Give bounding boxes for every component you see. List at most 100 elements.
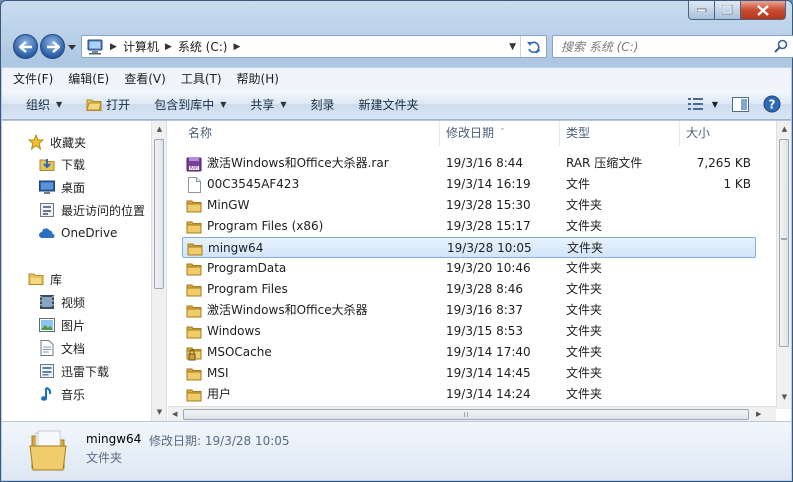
sidebar-item-music[interactable]: 音乐 <box>39 383 85 405</box>
file-row[interactable]: 激活Windows和Office大杀器 19/3/16 8:37 文件夹 <box>182 300 756 321</box>
scroll-down-arrow-icon[interactable]: ▼ <box>155 408 164 417</box>
file-name: MinGW <box>207 198 250 212</box>
breadcrumb-drive-c[interactable]: 系统 (C:) <box>178 38 228 55</box>
picture-icon <box>39 317 55 333</box>
file-row[interactable]: Windows 19/3/15 8:53 文件夹 <box>182 321 756 342</box>
back-button[interactable] <box>13 34 38 59</box>
refresh-button[interactable] <box>520 36 546 57</box>
menu-tools[interactable]: 工具(T) <box>181 70 222 87</box>
breadcrumb-computer[interactable]: 计算机 <box>123 38 159 55</box>
file-row[interactable]: 00C3545AF423 19/3/14 16:19 文件 1 KB <box>182 174 756 195</box>
file-list-horizontal-scrollbar[interactable]: ◀ ▶ <box>168 406 776 421</box>
new-folder-button[interactable]: 新建文件夹 <box>359 96 419 113</box>
view-options-dropdown[interactable]: ▼ <box>712 100 718 109</box>
minimize-button[interactable] <box>688 1 715 20</box>
close-button[interactable] <box>741 1 786 20</box>
file-row[interactable]: Program Files (x86) 19/3/28 15:17 文件夹 <box>182 216 756 237</box>
open-folder-icon <box>86 99 102 111</box>
column-header-name[interactable]: 名称 <box>182 121 440 146</box>
scroll-down-arrow-icon[interactable]: ▼ <box>780 393 789 402</box>
rar-archive-icon: RAR <box>186 156 202 172</box>
scrollbar-thumb[interactable] <box>183 409 749 420</box>
address-bar[interactable]: ▶ 计算机 ▶ 系统 (C:) ▶ ▼ <box>81 35 547 58</box>
column-header-size[interactable]: 大小 <box>680 121 760 146</box>
file-date: 19/3/28 8:46 <box>446 282 524 296</box>
sort-indicator-icon: ⌃ <box>499 127 506 135</box>
maximize-button[interactable] <box>715 1 741 20</box>
scroll-up-arrow-icon[interactable]: ▲ <box>780 125 789 134</box>
sidebar-item-videos[interactable]: 视频 <box>39 291 85 313</box>
selected-folder-large-icon <box>29 430 67 471</box>
navigation-pane-scrollbar[interactable]: ▲ ▼ <box>151 121 166 421</box>
sidebar-item-libraries[interactable]: 库 <box>28 268 62 290</box>
help-icon[interactable]: ? <box>763 95 781 113</box>
file-row[interactable]: MSI 19/3/14 14:45 文件夹 <box>182 363 756 384</box>
scrollbar-thumb[interactable] <box>779 139 789 347</box>
file-name-cell: Windows <box>186 321 261 342</box>
file-name-cell: MSI <box>186 363 229 384</box>
sidebar-item-recent-places[interactable]: 最近访问的位置 <box>39 199 145 221</box>
share-button[interactable]: 共享 ▼ <box>250 96 286 113</box>
file-type: 文件夹 <box>567 241 604 255</box>
file-size: 1 KB <box>723 177 751 191</box>
file-row[interactable]: Program Files 19/3/28 8:46 文件夹 <box>182 279 756 300</box>
address-history-dropdown[interactable]: ▼ <box>509 42 516 52</box>
file-size: 7,265 KB <box>696 156 751 170</box>
include-in-library-label: 包含到库中 <box>154 97 215 112</box>
scroll-right-arrow-icon[interactable]: ▶ <box>756 410 761 418</box>
details-modified-value: 19/3/28 10:05 <box>204 434 290 448</box>
file-date: 19/3/16 8:37 <box>446 303 524 317</box>
file-row[interactable]: MSOCache 19/3/14 17:40 文件夹 <box>182 342 756 363</box>
command-bar: 组织 ▼ 打开 包含到库中 ▼ 共享 ▼ 刻录 新建文件夹 ▼ ? <box>2 89 791 120</box>
sidebar-item-onedrive[interactable]: OneDrive <box>39 222 117 244</box>
folder-icon <box>186 387 202 403</box>
view-options-icon[interactable] <box>687 98 704 110</box>
share-label: 共享 <box>250 97 275 112</box>
maximize-icon <box>722 5 733 15</box>
sidebar-item-favorites[interactable]: 收藏夹 <box>28 131 86 153</box>
file-list-vertical-scrollbar[interactable]: ▲ ▼ <box>776 121 791 409</box>
recent-pages-dropdown[interactable] <box>68 42 76 52</box>
menu-file[interactable]: 文件(F) <box>13 70 53 87</box>
file-name: ProgramData <box>207 261 287 275</box>
menu-edit[interactable]: 编辑(E) <box>68 70 109 87</box>
document-icon <box>39 340 55 356</box>
forward-button[interactable] <box>40 34 65 59</box>
breadcrumb-separator-icon[interactable]: ▶ <box>233 42 240 52</box>
arrow-left-icon <box>18 40 32 53</box>
sidebar-item-documents[interactable]: 文档 <box>39 337 85 359</box>
sidebar-item-downloads[interactable]: 下载 <box>39 153 85 175</box>
column-header-type[interactable]: 类型 <box>560 121 680 146</box>
scroll-left-arrow-icon[interactable]: ◀ <box>172 410 177 418</box>
include-in-library-button[interactable]: 包含到库中 ▼ <box>154 96 226 113</box>
file-date: 19/3/14 14:45 <box>446 366 531 380</box>
details-modified: 修改日期: 19/3/28 10:05 <box>149 432 290 449</box>
organize-button[interactable]: 组织 ▼ <box>26 96 62 113</box>
minimize-icon <box>696 8 706 12</box>
column-header-date[interactable]: ⌃ 修改日期 <box>440 121 560 146</box>
scrollbar-thumb[interactable] <box>154 139 164 289</box>
file-name-cell: Program Files (x86) <box>186 216 323 237</box>
menu-help[interactable]: 帮助(H) <box>237 70 279 87</box>
file-row[interactable]: ProgramData 19/3/20 10:46 文件夹 <box>182 258 756 279</box>
scroll-up-arrow-icon[interactable]: ▲ <box>155 125 164 134</box>
breadcrumb-separator-icon[interactable]: ▶ <box>165 42 172 52</box>
file-row[interactable]: MinGW 19/3/28 15:30 文件夹 <box>182 195 756 216</box>
file-row[interactable]: mingw64 19/3/28 10:05 文件夹 <box>182 237 756 258</box>
search-box[interactable] <box>552 35 793 58</box>
search-input[interactable] <box>561 36 771 57</box>
search-icon[interactable] <box>774 39 788 53</box>
preview-pane-icon[interactable] <box>732 96 749 112</box>
burn-button[interactable]: 刻录 <box>311 96 335 113</box>
sidebar-item-thunder-downloads[interactable]: 迅雷下载 <box>39 360 109 382</box>
file-row[interactable]: RAR 激活Windows和Office大杀器.rar 19/3/16 8:44 RA… <box>182 153 756 174</box>
open-button[interactable]: 打开 <box>86 96 130 113</box>
file-name-cell: 00C3545AF423 <box>186 174 299 195</box>
sidebar-item-desktop[interactable]: 桌面 <box>39 176 85 198</box>
menu-view[interactable]: 查看(V) <box>124 70 166 87</box>
file-row[interactable]: 用户 19/3/14 14:24 文件夹 <box>182 384 756 405</box>
file-type: 文件 <box>566 177 591 191</box>
sidebar-item-pictures[interactable]: 图片 <box>39 314 85 336</box>
file-size <box>666 195 754 216</box>
file-type: 文件夹 <box>566 261 603 275</box>
